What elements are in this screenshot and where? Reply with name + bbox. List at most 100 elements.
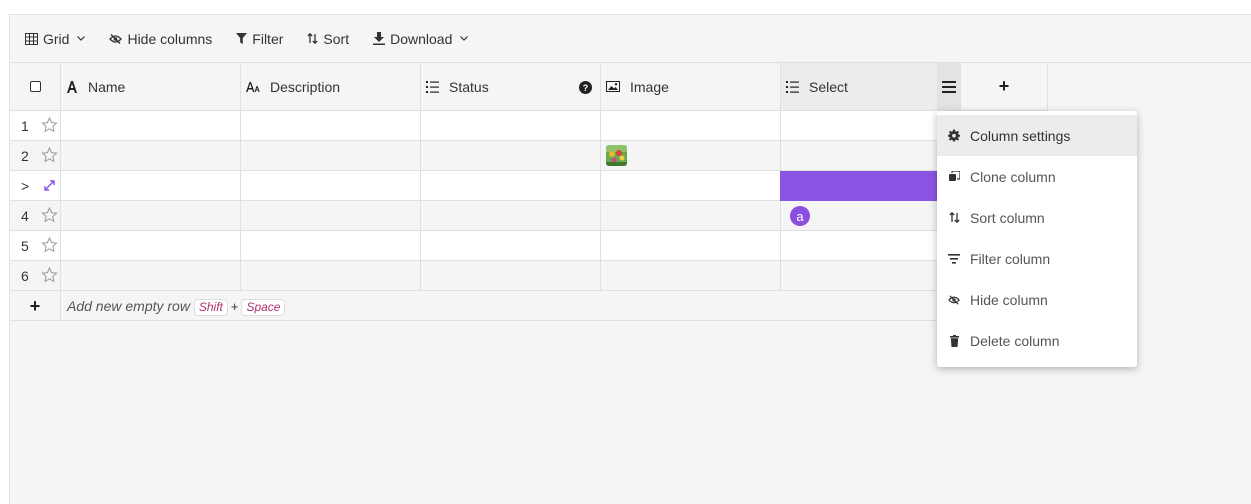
chevron-down-icon	[460, 36, 469, 41]
key-plus: +	[230, 299, 239, 314]
add-column-button[interactable]: +	[961, 63, 1048, 111]
table-cell[interactable]	[601, 141, 781, 171]
help-icon[interactable]: ?	[579, 81, 592, 94]
table-cell[interactable]	[241, 261, 421, 291]
row-number: 5	[21, 238, 29, 254]
sort-button[interactable]: Sort	[303, 24, 353, 54]
grid-view-label: Grid	[43, 30, 70, 47]
table-cell[interactable]	[421, 111, 601, 141]
row-header[interactable]: 6	[10, 261, 61, 291]
add-row-bar[interactable]: + Add new empty row Shift + Space	[10, 291, 960, 321]
table-cell[interactable]	[421, 261, 601, 291]
row-number: 6	[21, 268, 29, 284]
sort-label: Sort	[323, 30, 350, 47]
table-cell[interactable]	[61, 141, 241, 171]
toolbar: Grid Hide columns Filter Sort Download	[10, 15, 1251, 63]
column-header-status[interactable]: Status ?	[421, 63, 601, 111]
expand-icon[interactable]	[44, 180, 55, 191]
shift-key-hint: Shift	[193, 299, 228, 316]
copy-icon	[948, 171, 960, 182]
table-cell[interactable]	[61, 111, 241, 141]
table-cell[interactable]	[61, 261, 241, 291]
table-cell[interactable]	[601, 261, 781, 291]
row-expand-toggle[interactable]: >	[21, 178, 29, 194]
table-cell[interactable]	[241, 201, 421, 231]
column-label: Status	[449, 78, 489, 95]
row-header[interactable]: >	[10, 171, 61, 201]
text-icon	[66, 80, 78, 93]
add-column-label: +	[998, 76, 1010, 96]
filter-button[interactable]: Filter	[232, 24, 287, 54]
select-all-checkbox[interactable]	[29, 81, 41, 92]
add-row-button[interactable]: +	[10, 291, 61, 321]
table-cell[interactable]	[421, 141, 601, 171]
column-label: Name	[88, 78, 126, 95]
space-key-hint: Space	[241, 299, 286, 316]
download-icon	[373, 32, 386, 45]
row-header[interactable]: 4	[10, 201, 61, 231]
table-cell[interactable]	[781, 141, 961, 171]
table-cell[interactable]	[241, 111, 421, 141]
star-icon[interactable]	[41, 207, 58, 223]
row-number: 2	[21, 148, 29, 164]
table-cell[interactable]: a	[781, 201, 961, 231]
table-cell[interactable]	[601, 231, 781, 261]
trash-icon	[948, 334, 960, 347]
column-menu-button[interactable]	[938, 63, 961, 111]
eye-off-icon	[948, 294, 960, 305]
menu-item-filter-column[interactable]: Filter column	[937, 238, 1137, 279]
column-header-description[interactable]: Description	[241, 63, 421, 111]
select-option-badge[interactable]: a	[790, 206, 810, 226]
table-cell[interactable]	[421, 171, 601, 201]
table-cell[interactable]	[241, 171, 421, 201]
menu-item-clone-column[interactable]: Clone column	[937, 156, 1137, 197]
hide-columns-button[interactable]: Hide columns	[105, 24, 216, 54]
table-cell[interactable]	[241, 231, 421, 261]
image-icon	[606, 81, 620, 92]
table-cell[interactable]	[241, 141, 421, 171]
gear-icon	[948, 129, 960, 142]
list-icon	[786, 80, 799, 93]
menu-item-sort-column[interactable]: Sort column	[937, 197, 1137, 238]
sort-icon	[948, 212, 960, 223]
table-cell[interactable]	[61, 201, 241, 231]
sort-icon	[307, 33, 319, 44]
table-cell[interactable]	[61, 231, 241, 261]
table-cell[interactable]	[421, 231, 601, 261]
table-cell[interactable]	[781, 231, 961, 261]
column-header-select[interactable]: Select	[781, 63, 938, 111]
table-cell[interactable]	[781, 111, 961, 141]
filter-icon	[948, 253, 960, 264]
star-icon[interactable]	[41, 147, 58, 163]
select-all-header	[10, 63, 61, 111]
table-cell[interactable]	[601, 171, 781, 201]
row-header[interactable]: 1	[10, 111, 61, 141]
star-icon[interactable]	[41, 267, 58, 283]
download-label: Download	[390, 30, 453, 47]
table-cell[interactable]	[421, 201, 601, 231]
menu-item-label: Filter column	[970, 250, 1051, 267]
filter-icon	[236, 33, 248, 44]
download-button[interactable]: Download	[369, 24, 472, 54]
star-icon[interactable]	[41, 237, 58, 253]
column-header-name[interactable]: Name	[61, 63, 241, 111]
menu-item-delete-column[interactable]: Delete column	[937, 320, 1137, 361]
add-row-hint: Add new empty row Shift + Space	[67, 298, 286, 316]
star-icon[interactable]	[41, 117, 58, 133]
table-cell[interactable]	[781, 261, 961, 291]
column-context-menu: Column settings Clone column Sort column…	[937, 111, 1137, 367]
table-cell[interactable]	[61, 171, 241, 201]
hamburger-menu-icon	[942, 80, 956, 93]
row-header[interactable]: 5	[10, 231, 61, 261]
row-number: 4	[21, 208, 29, 224]
table-cell[interactable]	[601, 111, 781, 141]
table-cell[interactable]	[601, 201, 781, 231]
column-header-image[interactable]: Image	[601, 63, 781, 111]
selected-cell[interactable]	[780, 171, 961, 201]
menu-item-column-settings[interactable]: Column settings	[937, 115, 1137, 156]
image-thumbnail[interactable]	[606, 145, 627, 166]
column-label: Image	[630, 78, 669, 95]
menu-item-hide-column[interactable]: Hide column	[937, 279, 1137, 320]
grid-view-button[interactable]: Grid	[21, 24, 89, 54]
row-header[interactable]: 2	[10, 141, 61, 171]
